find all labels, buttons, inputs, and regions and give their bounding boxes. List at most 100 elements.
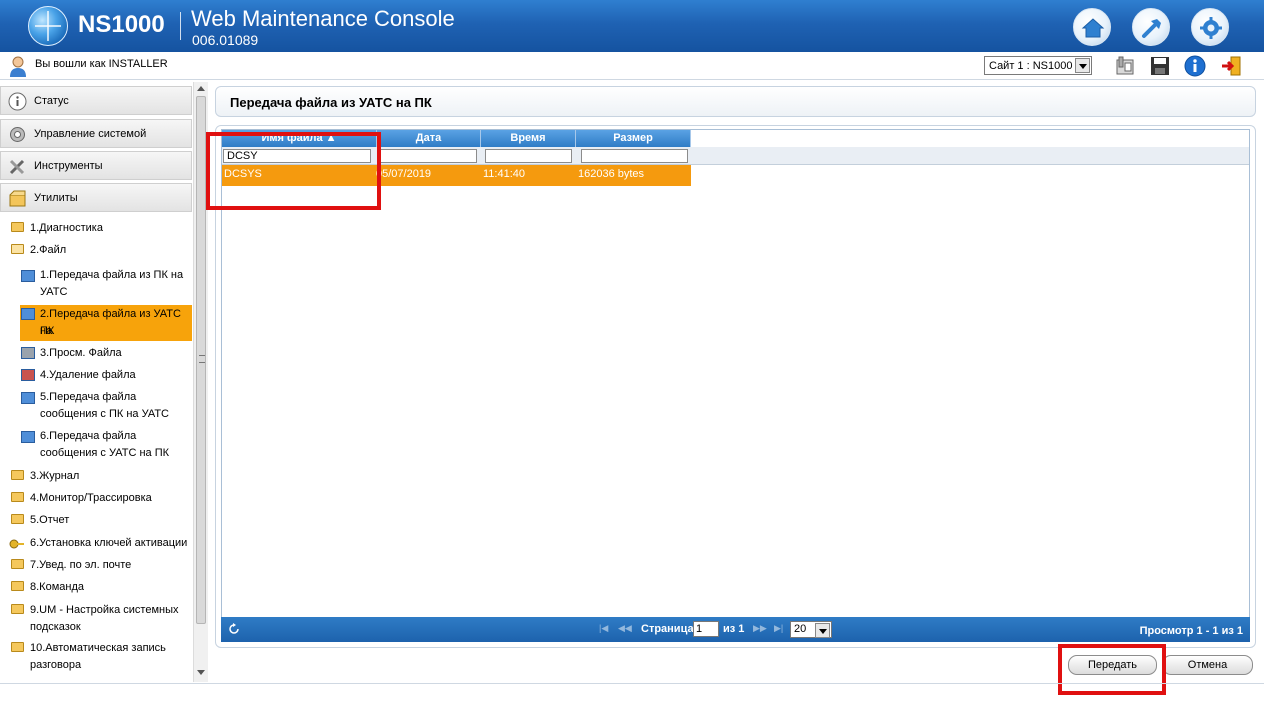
- sidebar-item-label: 5.Передача файла: [40, 391, 137, 403]
- user-bar: Вы вошли как INSTALLER Сайт 1 : NS1000: [0, 52, 1264, 80]
- column-header-size[interactable]: Размер: [576, 130, 691, 147]
- tools-button[interactable]: [1132, 8, 1170, 46]
- site-selector-value: Сайт 1 : NS1000: [989, 60, 1073, 72]
- sidebar-item-um-prompts[interactable]: 9.UM - Настройка системных подсказок: [0, 602, 192, 636]
- tools-icon: [9, 159, 25, 175]
- scroll-thumb[interactable]: [196, 96, 206, 624]
- filter-time-input[interactable]: [485, 149, 572, 163]
- page-size-select[interactable]: 20: [790, 621, 832, 638]
- transfer-icon: [21, 431, 35, 443]
- sidebar-item-pc-to-pbx[interactable]: 1.Передача файла из ПК на УАТС: [0, 267, 192, 301]
- cell-time: 11:41:40: [483, 168, 526, 180]
- transfer-icon: [21, 392, 35, 404]
- page-title: Передача файла из УАТС на ПК: [230, 95, 432, 110]
- sidebar: Статус Управление системой Инструменты У…: [0, 82, 208, 682]
- sidebar-item-label: 2.Файл: [30, 244, 67, 256]
- highlight-box: [206, 132, 381, 210]
- sidebar-item-label-2: сообщения с УАТС на ПК: [40, 447, 170, 459]
- app-header: NS1000 Web Maintenance Console 006.01089: [0, 0, 1264, 52]
- sidebar-section-label: Инструменты: [34, 160, 103, 172]
- sidebar-item-label-2: подсказок: [30, 621, 81, 633]
- cell-date: 05/07/2019: [376, 168, 432, 180]
- sidebar-item-monitor[interactable]: 4.Монитор/Трассировка: [0, 490, 192, 507]
- folder-icon: [11, 514, 24, 524]
- sidebar-item-label: 10.Автоматическая запись: [30, 642, 166, 654]
- gear-icon: [10, 127, 25, 142]
- transfer-icon: [21, 308, 35, 320]
- sidebar-item-label-2: разговора: [30, 659, 82, 671]
- first-page-icon[interactable]: |◀: [599, 623, 608, 634]
- refresh-icon[interactable]: [228, 623, 240, 635]
- sidebar-section-utilities[interactable]: Утилиты: [0, 183, 192, 212]
- info-icon[interactable]: [1184, 55, 1206, 77]
- folder-icon: [11, 222, 24, 232]
- sidebar-section-tools[interactable]: Инструменты: [0, 151, 192, 180]
- sidebar-section-system[interactable]: Управление системой: [0, 119, 192, 148]
- column-header-date[interactable]: Дата: [377, 130, 481, 147]
- prev-page-icon[interactable]: ◀◀: [618, 623, 632, 634]
- phone-icon[interactable]: [1114, 55, 1136, 77]
- column-header-label: Дата: [415, 132, 442, 144]
- brand-name: NS1000: [78, 11, 165, 38]
- sidebar-item-diagnostics[interactable]: 1.Диагностика: [0, 220, 192, 237]
- hammer-icon: [1142, 19, 1161, 38]
- filter-date-input[interactable]: [379, 149, 477, 163]
- sidebar-item-delete-file[interactable]: 4.Удаление файла: [0, 367, 192, 384]
- settings-button[interactable]: [1191, 8, 1229, 46]
- home-button[interactable]: [1073, 8, 1111, 46]
- folder-icon: [11, 642, 24, 652]
- site-selector[interactable]: Сайт 1 : NS1000: [984, 56, 1092, 75]
- page-size-value: 20: [794, 623, 807, 635]
- sidebar-item-report[interactable]: 5.Отчет: [0, 512, 192, 529]
- page-title-bar: Передача файла из УАТС на ПК: [215, 86, 1256, 117]
- divider: [0, 683, 1264, 684]
- grip-icon: [199, 355, 205, 363]
- pager-bar: |◀ ◀◀ Страница 1 из 1 ▶▶ ▶| 20 Просмотр …: [221, 617, 1250, 642]
- sidebar-item-label: 4.Монитор/Трассировка: [30, 492, 152, 504]
- page-count-label: из 1: [723, 623, 745, 635]
- sidebar-item-label: 2.Передача файла из УАТС на: [40, 308, 181, 337]
- highlight-box: [1058, 644, 1166, 695]
- sidebar-item-view-file[interactable]: 3.Просм. Файла: [0, 345, 192, 362]
- sidebar-item-msg-pc-to-pbx[interactable]: 5.Передача файла сообщения с ПК на УАТС: [0, 389, 192, 423]
- sidebar-item-auto-record[interactable]: 10.Автоматическая запись разговора: [0, 640, 192, 674]
- folder-icon: [11, 604, 24, 614]
- gear-icon: [1200, 17, 1222, 39]
- sidebar-section-label: Утилиты: [34, 192, 78, 204]
- scroll-down-icon[interactable]: [197, 670, 205, 675]
- sidebar-section-label: Статус: [34, 95, 69, 107]
- info-icon: [8, 92, 27, 111]
- folder-icon: [11, 581, 24, 591]
- sidebar-item-activation-keys[interactable]: 6.Установка ключей активации: [0, 535, 192, 552]
- save-icon[interactable]: [1149, 55, 1171, 77]
- sidebar-item-log[interactable]: 3.Журнал: [0, 468, 192, 485]
- sidebar-item-label: 1.Диагностика: [30, 222, 103, 234]
- delete-file-icon: [21, 369, 35, 381]
- sidebar-item-msg-pbx-to-pc[interactable]: 6.Передача файла сообщения с УАТС на ПК: [0, 428, 192, 462]
- column-header-label: Размер: [613, 132, 653, 144]
- page-label: Страница: [641, 623, 694, 635]
- logout-icon[interactable]: [1220, 55, 1242, 77]
- next-page-icon[interactable]: ▶▶: [753, 623, 767, 634]
- column-header-time[interactable]: Время: [481, 130, 576, 147]
- page-number-input[interactable]: 1: [693, 621, 719, 637]
- sidebar-item-command[interactable]: 8.Команда: [0, 579, 192, 596]
- brand-divider: [180, 12, 181, 40]
- scroll-up-icon[interactable]: [197, 86, 205, 91]
- last-page-icon[interactable]: ▶|: [774, 623, 783, 634]
- sidebar-item-label: 8.Команда: [30, 581, 84, 593]
- sidebar-item-file[interactable]: 2.Файл: [0, 242, 192, 259]
- sidebar-item-pbx-to-pc[interactable]: 2.Передача файла из УАТС на ПК: [20, 305, 192, 341]
- box-icon: [9, 190, 26, 207]
- login-status: Вы вошли как INSTALLER: [35, 58, 168, 70]
- filter-size-input[interactable]: [581, 149, 688, 163]
- key-icon: [9, 539, 24, 549]
- folder-icon: [11, 492, 24, 502]
- folder-open-icon: [11, 244, 24, 254]
- chevron-down-icon[interactable]: [1075, 58, 1090, 73]
- home-icon: [1081, 18, 1105, 38]
- sidebar-section-status[interactable]: Статус: [0, 86, 192, 115]
- sidebar-item-email-notify[interactable]: 7.Увед. по эл. почте: [0, 557, 192, 574]
- cancel-button[interactable]: Отмена: [1162, 655, 1253, 675]
- chevron-down-icon[interactable]: [815, 623, 830, 638]
